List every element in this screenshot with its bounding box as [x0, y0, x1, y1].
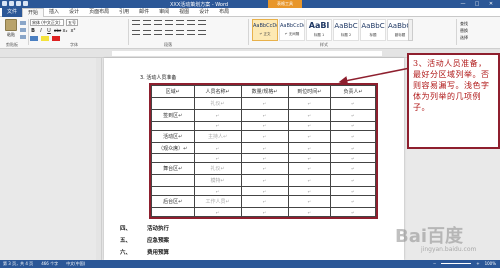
- status-bar: 第 3 页，共 4 页 466 个字 中文(中国) − + 100%: [0, 260, 500, 268]
- page-count[interactable]: 第 3 页，共 4 页: [3, 261, 33, 267]
- status-right: − + 100%: [433, 261, 496, 266]
- watermark-url: jingyan.baidu.com: [421, 246, 477, 253]
- zoom-level[interactable]: 100%: [485, 261, 496, 266]
- zoom-out-icon[interactable]: −: [433, 261, 436, 266]
- baidu-watermark: Bai百度 jingyan.baidu.com: [395, 222, 495, 258]
- annotation-callout: 3、活动人员准备，最好分区域列举。否则容易漏写。浅色字体为列举的几项例子。: [407, 53, 500, 149]
- watermark-logo-text: Bai百度: [395, 226, 464, 247]
- zoom-in-icon[interactable]: +: [476, 261, 479, 266]
- word-count[interactable]: 466 个字: [41, 261, 58, 267]
- zoom-slider[interactable]: [441, 263, 472, 264]
- language[interactable]: 中文(中国): [66, 261, 85, 267]
- annotation-text: 3、活动人员准备，最好分区域列举。否则容易漏写。浅色字体为列举的几项例子。: [413, 59, 490, 112]
- status-left: 第 3 页，共 4 页 466 个字 中文(中国): [3, 261, 85, 267]
